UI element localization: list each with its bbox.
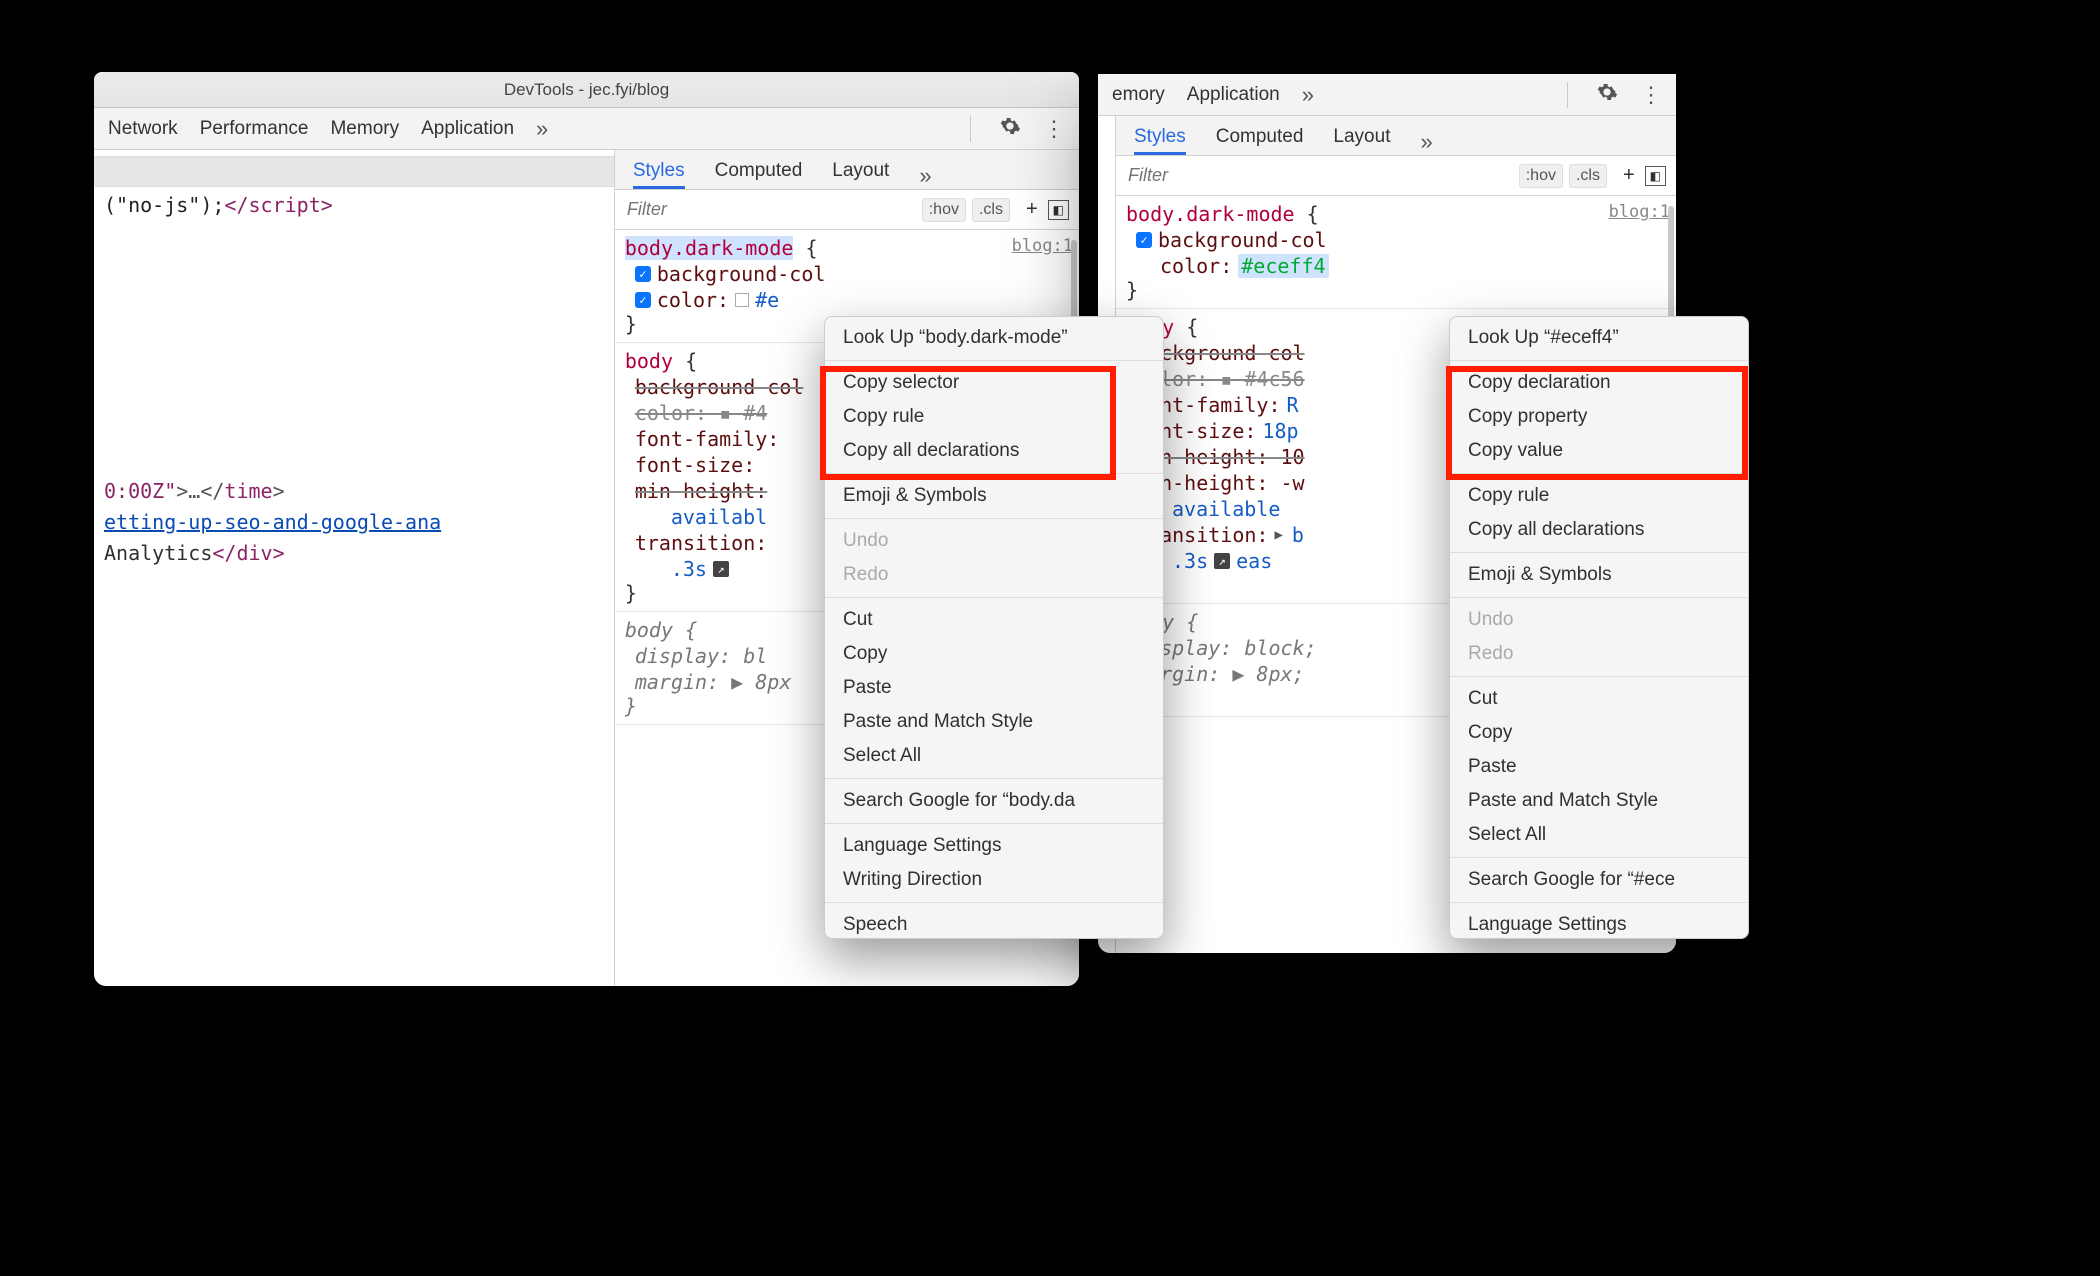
source-line: Analytics</div> xyxy=(94,539,614,568)
ctx-emoji[interactable]: Emoji & Symbols xyxy=(1450,558,1748,592)
css-rule: blog:1 body.dark-mode { ✓ background-col… xyxy=(1116,196,1676,309)
subtab-layout[interactable]: Layout xyxy=(1333,126,1390,155)
panel-toggle-icon[interactable]: ◧ xyxy=(1645,166,1666,186)
tab-application[interactable]: Application xyxy=(421,118,514,140)
main-tabs: Network Performance Memory Application »… xyxy=(94,108,1079,150)
tab-memory[interactable]: Memory xyxy=(330,118,399,140)
ctx-cut[interactable]: Cut xyxy=(1450,682,1748,716)
kebab-menu-icon[interactable]: ⋮ xyxy=(1640,82,1662,108)
hov-toggle[interactable]: :hov xyxy=(1519,164,1563,188)
css-selector[interactable]: body.dark-mode xyxy=(1126,202,1295,226)
source-link[interactable]: blog:1 xyxy=(1609,202,1670,222)
ctx-copy-rule[interactable]: Copy rule xyxy=(1450,479,1748,513)
source-line: 0:00Z">…</time> xyxy=(94,477,614,506)
ctx-copy-all-decls[interactable]: Copy all declarations xyxy=(1450,513,1748,547)
color-swatch-icon[interactable] xyxy=(735,293,749,307)
main-tabs: emory Application » ⋮ xyxy=(1098,74,1676,116)
ctx-language[interactable]: Language Settings xyxy=(825,829,1163,863)
checkbox-icon[interactable]: ✓ xyxy=(635,292,651,308)
filter-input[interactable] xyxy=(615,193,922,226)
kebab-menu-icon[interactable]: ⋮ xyxy=(1043,116,1065,142)
window-title-text: DevTools - jec.fyi/blog xyxy=(504,80,669,100)
window-title: DevTools - jec.fyi/blog xyxy=(94,72,1079,108)
ctx-language[interactable]: Language Settings xyxy=(1450,908,1748,938)
ctx-undo: Undo xyxy=(1450,603,1748,637)
subtab-styles[interactable]: Styles xyxy=(633,160,685,189)
source-link[interactable]: blog:1 xyxy=(1012,236,1073,256)
context-menu-left: Look Up “body.dark-mode” Copy selector C… xyxy=(824,316,1164,939)
styles-subtabs: Styles Computed Layout » xyxy=(1116,116,1676,156)
checkbox-icon[interactable]: ✓ xyxy=(1136,232,1152,248)
ctx-copy-all-decls[interactable]: Copy all declarations xyxy=(825,434,1163,468)
subtab-styles[interactable]: Styles xyxy=(1134,126,1186,155)
new-rule-icon[interactable]: + xyxy=(1613,164,1645,187)
source-panel: ("no-js");</script> 0:00Z">…</time> etti… xyxy=(94,150,615,986)
css-selector[interactable]: body.dark-mode xyxy=(625,236,794,260)
easing-icon[interactable]: ↗ xyxy=(713,561,729,577)
tab-memory-partial[interactable]: emory xyxy=(1112,84,1165,106)
ctx-paste-match[interactable]: Paste and Match Style xyxy=(1450,784,1748,818)
ctx-search-google[interactable]: Search Google for “#ece xyxy=(1450,863,1748,897)
css-declaration[interactable]: ✓ color: #e xyxy=(625,288,1073,312)
subtab-layout[interactable]: Layout xyxy=(832,160,889,189)
source-url-link[interactable]: etting-up-seo-and-google-ana xyxy=(104,510,441,534)
css-selector[interactable]: body xyxy=(625,349,673,373)
ctx-select-all[interactable]: Select All xyxy=(825,739,1163,773)
ctx-speech[interactable]: Speech xyxy=(825,908,1163,938)
ctx-emoji[interactable]: Emoji & Symbols xyxy=(825,479,1163,513)
tab-network[interactable]: Network xyxy=(108,118,178,140)
cls-toggle[interactable]: .cls xyxy=(972,198,1010,222)
ctx-lookup[interactable]: Look Up “body.dark-mode” xyxy=(825,317,1163,355)
tab-performance[interactable]: Performance xyxy=(200,118,309,140)
ctx-lookup[interactable]: Look Up “#eceff4” xyxy=(1450,317,1748,355)
ctx-redo: Redo xyxy=(1450,637,1748,671)
overflow-chevron-icon[interactable]: » xyxy=(536,116,548,142)
ctx-redo: Redo xyxy=(825,558,1163,592)
subtab-computed[interactable]: Computed xyxy=(1216,126,1304,155)
ctx-copy-selector[interactable]: Copy selector xyxy=(825,366,1163,400)
source-line: ("no-js");</script> xyxy=(94,191,614,220)
ctx-paste[interactable]: Paste xyxy=(1450,750,1748,784)
css-selector[interactable]: body xyxy=(625,618,673,642)
ctx-search-google[interactable]: Search Google for “body.da xyxy=(825,784,1163,818)
ctx-select-all[interactable]: Select All xyxy=(1450,818,1748,852)
filter-input[interactable] xyxy=(1116,159,1519,192)
css-declaration[interactable]: ✓ background-col xyxy=(1126,228,1670,252)
source-line: etting-up-seo-and-google-ana xyxy=(94,508,614,537)
gear-icon[interactable] xyxy=(999,115,1021,143)
ctx-copy-declaration[interactable]: Copy declaration xyxy=(1450,366,1748,400)
ctx-undo: Undo xyxy=(825,524,1163,558)
filter-row: :hov .cls + ◧ xyxy=(615,190,1079,230)
ctx-paste-match[interactable]: Paste and Match Style xyxy=(825,705,1163,739)
ctx-copy-property[interactable]: Copy property xyxy=(1450,400,1748,434)
subtab-overflow-icon[interactable]: » xyxy=(1420,129,1432,155)
context-menu-right: Look Up “#eceff4” Copy declaration Copy … xyxy=(1449,316,1749,939)
hov-toggle[interactable]: :hov xyxy=(922,198,966,222)
ctx-copy[interactable]: Copy xyxy=(1450,716,1748,750)
css-declaration[interactable]: ✓ background-col xyxy=(625,262,1073,286)
subtab-overflow-icon[interactable]: » xyxy=(919,163,931,189)
ctx-copy-rule[interactable]: Copy rule xyxy=(825,400,1163,434)
ctx-copy[interactable]: Copy xyxy=(825,637,1163,671)
cls-toggle[interactable]: .cls xyxy=(1569,164,1607,188)
filter-row: :hov .cls + ◧ xyxy=(1116,156,1676,196)
css-declaration[interactable]: color: #eceff4 xyxy=(1126,254,1670,278)
tab-application[interactable]: Application xyxy=(1187,84,1280,106)
panel-toggle-icon[interactable]: ◧ xyxy=(1048,200,1069,220)
new-rule-icon[interactable]: + xyxy=(1016,198,1048,221)
ctx-paste[interactable]: Paste xyxy=(825,671,1163,705)
source-highlight xyxy=(94,156,614,187)
ctx-cut[interactable]: Cut xyxy=(825,603,1163,637)
subtab-computed[interactable]: Computed xyxy=(715,160,803,189)
styles-subtabs: Styles Computed Layout » xyxy=(615,150,1079,190)
gear-icon[interactable] xyxy=(1596,81,1618,109)
ctx-writing-dir[interactable]: Writing Direction xyxy=(825,863,1163,897)
ctx-copy-value[interactable]: Copy value xyxy=(1450,434,1748,468)
checkbox-icon[interactable]: ✓ xyxy=(635,266,651,282)
overflow-chevron-icon[interactable]: » xyxy=(1302,82,1314,108)
easing-icon[interactable]: ↗ xyxy=(1214,553,1230,569)
